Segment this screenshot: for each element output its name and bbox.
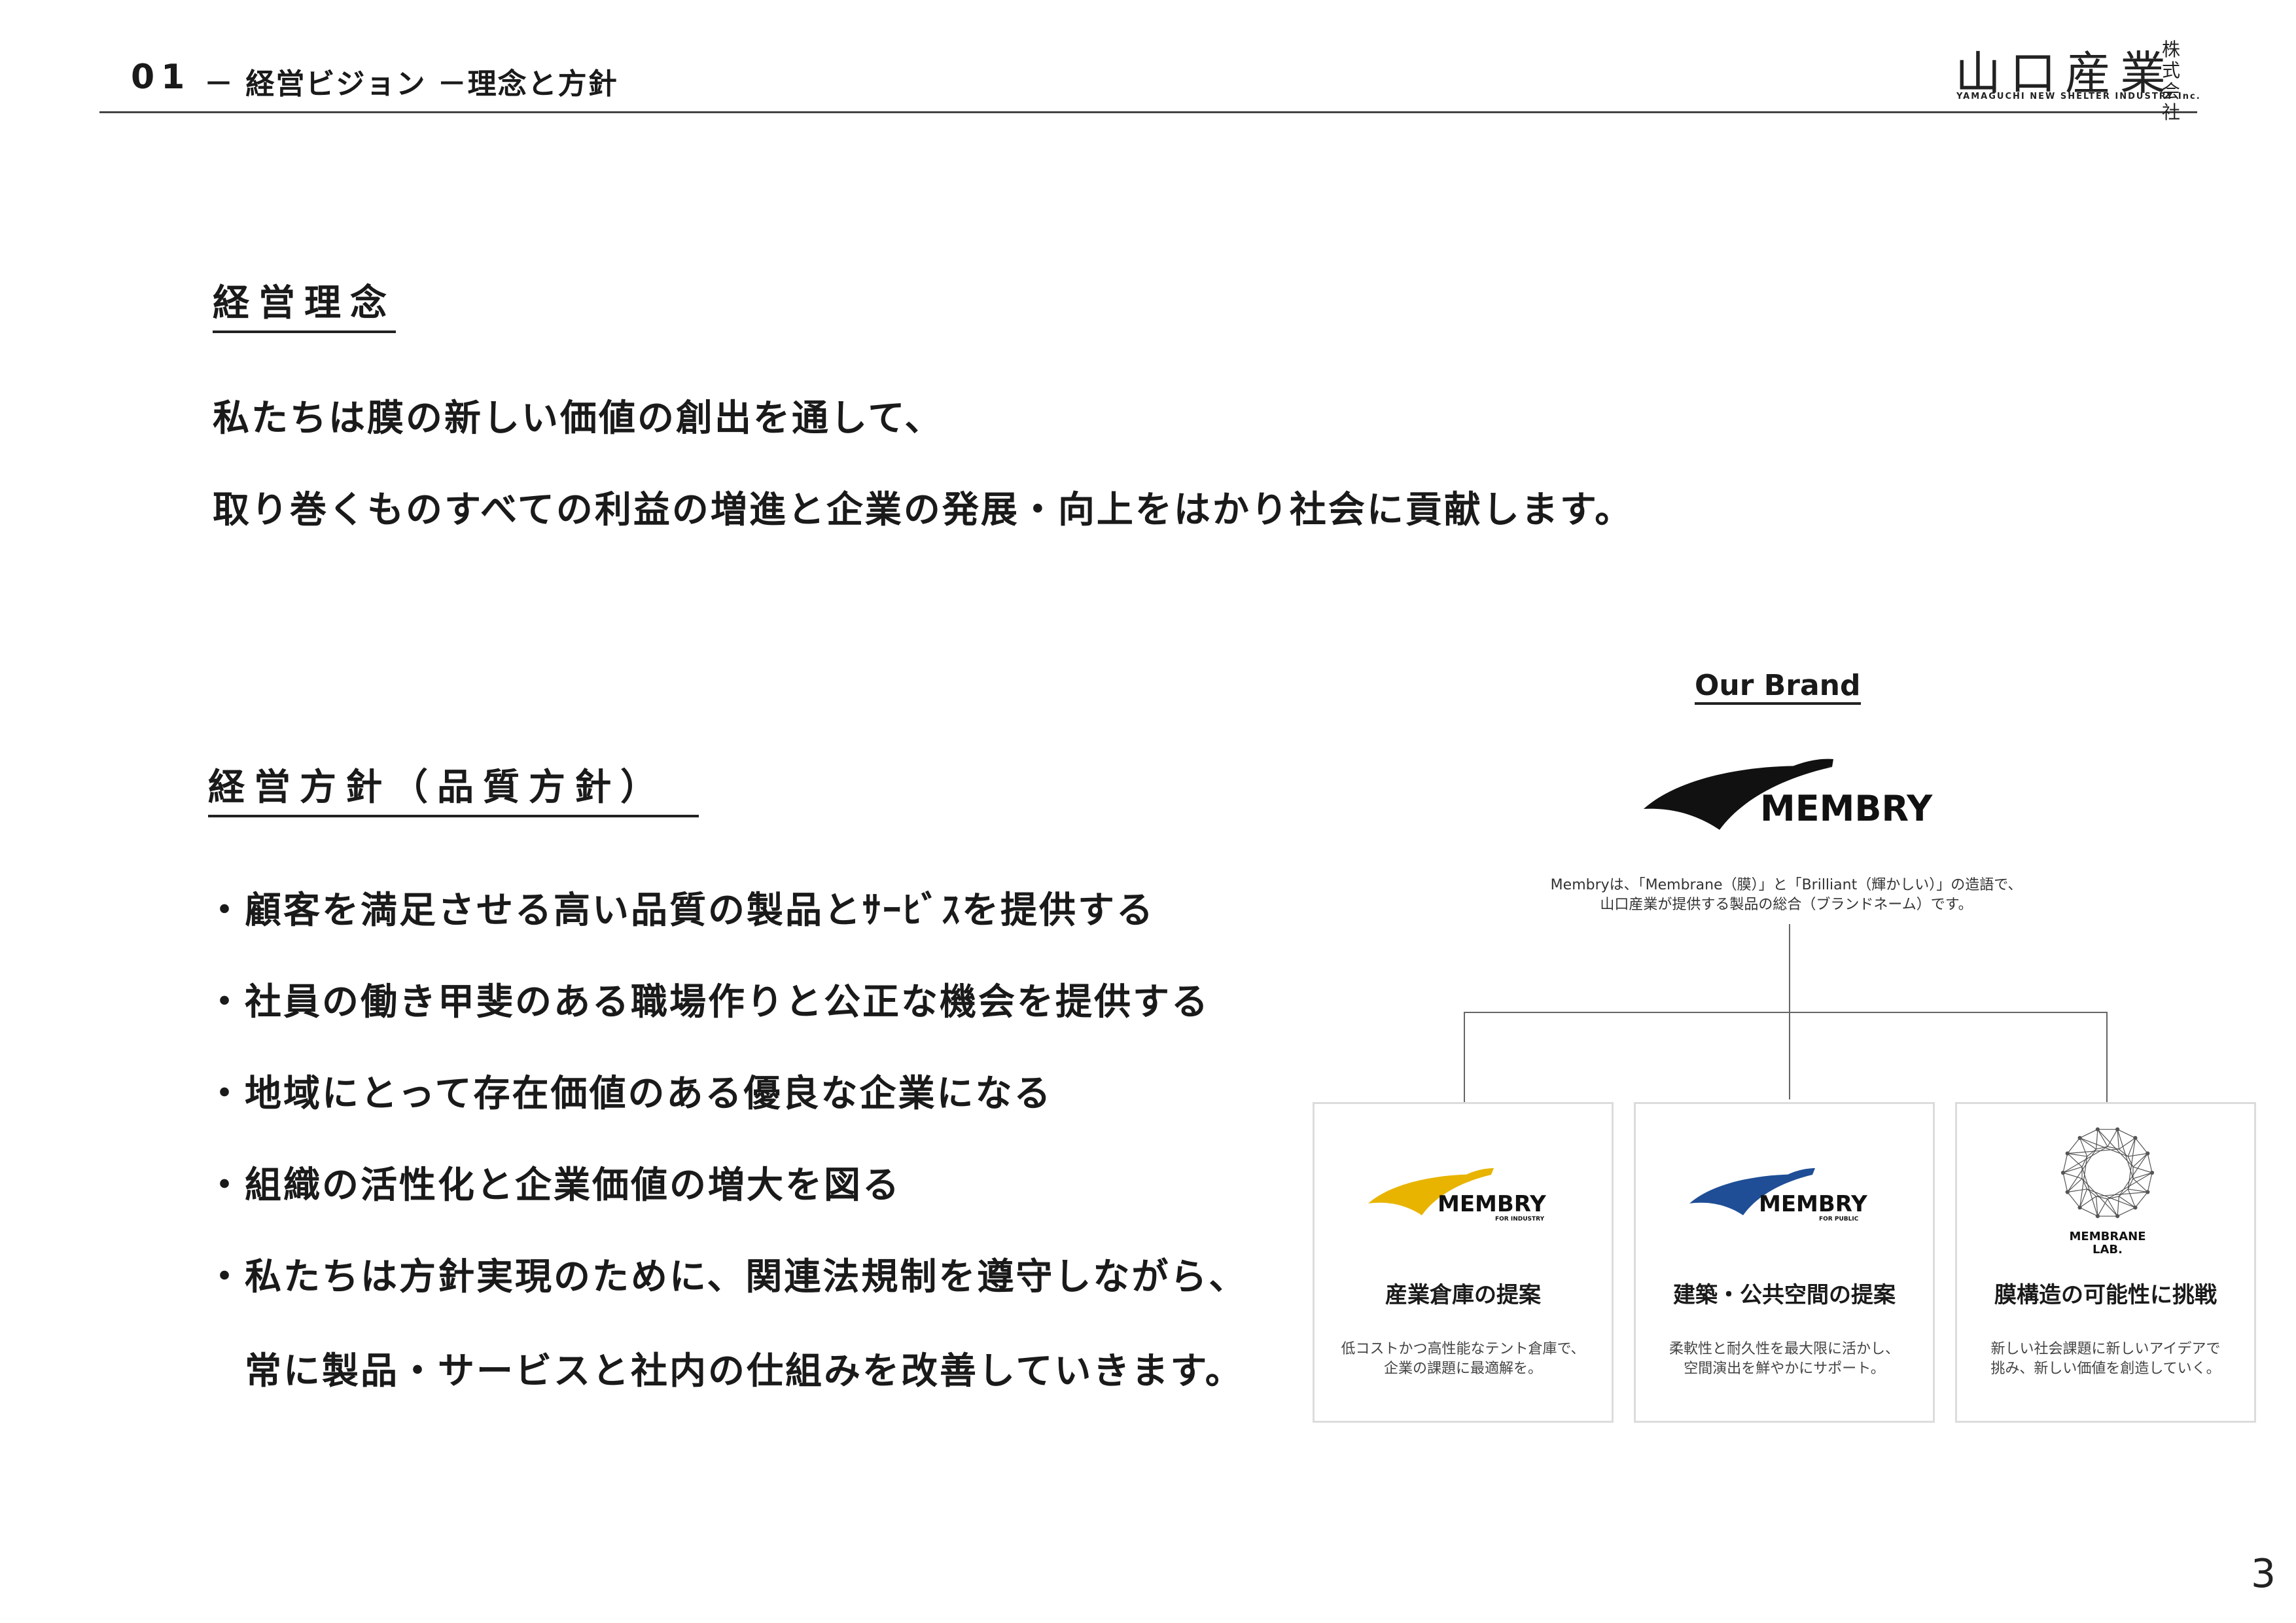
policy-item-1: ・顧客を満足させる高い品質の製品とｻｰﾋﾞｽを提供する <box>206 889 1155 932</box>
policy-item-6: 常に製品・サービスと社内の仕組みを改善していきます。 <box>206 1350 1244 1393</box>
brand-card-public-desc-line-1: 柔軟性と耐久性を最大限に活かし、 <box>1669 1341 1899 1357</box>
membry-main-logo-text: MEMBRY <box>1760 788 1933 829</box>
membry-public-logo-text: MEMBRY <box>1759 1191 1867 1217</box>
brand-card-public-desc: 柔軟性と耐久性を最大限に活かし、 空間演出を鮮やかにサポート。 <box>1636 1340 1933 1379</box>
policy-item-2: ・社員の働き甲斐のある職場作りと公正な機会を提供する <box>206 981 1210 1024</box>
brand-card-lab-title: 膜構造の可能性に挑戦 <box>1994 1282 2217 1308</box>
membry-industry-logo: MEMBRY FOR INDUSTRY <box>1368 1168 1546 1222</box>
company-logo: 山口産業 株式 会社 YAMAGUCHI NEW SHELTER INDUSTR… <box>1955 37 2204 123</box>
tree-horizontal-line <box>1464 1012 2108 1013</box>
logo-kaisha-text: 会社 <box>2161 80 2180 123</box>
brand-description-line-2: 山口産業が提供する製品の総合（ブランドネーム）です。 <box>1600 897 1973 913</box>
membry-industry-logo-text: MEMBRY <box>1438 1191 1546 1217</box>
brand-card-industry-desc-line-2: 企業の課題に最適解を。 <box>1383 1361 1542 1377</box>
membry-public-logo: MEMBRY FOR PUBLIC <box>1689 1168 1867 1222</box>
page-number: 3 <box>2251 1551 2276 1597</box>
membrane-lab-logo-text-2: LAB. <box>2093 1243 2123 1255</box>
brand-card-lab-desc: 新しい社会課題に新しいアイデアで 挑み、新しい価値を創造していく。 <box>1957 1340 2254 1379</box>
tree-branch-right <box>2106 1012 2108 1102</box>
brand-card-industry-desc: 低コストかつ高性能なテント倉庫で、 企業の課題に最適解を。 <box>1315 1340 1612 1379</box>
company-logo-subtitle: YAMAGUCHI NEW SHELTER INDUSTRY Inc. <box>1956 92 2201 101</box>
philosophy-heading: 経営理念 <box>213 274 396 333</box>
brand-card-lab-desc-line-1: 新しい社会課題に新しいアイデアで <box>1990 1341 2221 1357</box>
brand-card-industry-desc-line-1: 低コストかつ高性能なテント倉庫で、 <box>1341 1341 1585 1357</box>
section-title: － 経営ビジョン －理念と方針 <box>204 67 618 101</box>
brand-card-lab-desc-line-2: 挑み、新しい価値を創造していく。 <box>1990 1361 2221 1377</box>
logo-kabushiki-text: 株式 <box>2161 39 2180 81</box>
philosophy-line-1: 私たちは膜の新しい価値の創出を通して、 <box>213 397 944 440</box>
company-logo-kabushiki: 株式 会社 <box>2158 39 2184 123</box>
policy-item-4: ・組織の活性化と企業価値の増大を図る <box>206 1164 901 1207</box>
section-number: 01 <box>131 58 192 97</box>
membry-main-logo: MEMBRY <box>1644 758 1933 830</box>
policy-item-3: ・地域にとって存在価値のある優良な企業になる <box>206 1073 1053 1115</box>
policy-heading: 経営方針（品質方針） <box>208 758 699 817</box>
membrane-lab-logo: MEMBRANE LAB. <box>2060 1127 2155 1255</box>
policy-item-5: ・私たちは方針実現のために、関連法規制を遵守しながら、 <box>206 1256 1248 1298</box>
brand-card-lab: MEMBRANE LAB. 膜構造の可能性に挑戦 新しい社会課題に新しいアイデア… <box>1955 1102 2256 1423</box>
brand-title: Our Brand <box>1695 669 1861 705</box>
brand-card-public-desc-line-2: 空間演出を鮮やかにサポート。 <box>1684 1361 1885 1377</box>
brand-card-industry-title: 産業倉庫の提案 <box>1385 1282 1541 1308</box>
membrane-lab-icon <box>2060 1127 2155 1219</box>
membrane-lab-logo-text-1: MEMBRANE <box>2070 1230 2146 1243</box>
membry-industry-logo-sub: FOR INDUSTRY <box>1495 1216 1545 1222</box>
brand-card-public: MEMBRY FOR PUBLIC 建築・公共空間の提案 柔軟性と耐久性を最大限… <box>1634 1102 1935 1423</box>
brand-description-line-1: Membryは、「Membrane（膜）」と「Brilliant（輝かしい）」の… <box>1550 877 2022 893</box>
membry-public-logo-sub: FOR PUBLIC <box>1819 1216 1859 1222</box>
tree-branch-left <box>1464 1012 1465 1102</box>
header-divider <box>99 111 2197 113</box>
philosophy-line-2: 取り巻くものすべての利益の増進と企業の発展・向上をはかり社会に貢献します。 <box>213 489 1634 531</box>
brand-description: Membryは、「Membrane（膜）」と「Brilliant（輝かしい）」の… <box>1433 876 2140 915</box>
brand-card-industry: MEMBRY FOR INDUSTRY 産業倉庫の提案 低コストかつ高性能なテン… <box>1313 1102 1614 1423</box>
brand-card-public-title: 建築・公共空間の提案 <box>1673 1282 1896 1308</box>
